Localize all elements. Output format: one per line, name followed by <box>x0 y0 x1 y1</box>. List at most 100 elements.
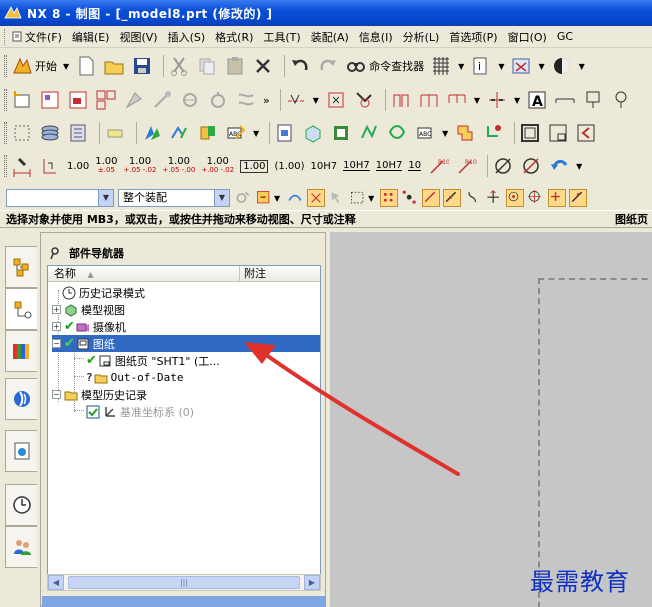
note-text-icon[interactable]: A <box>526 89 548 111</box>
dim-fit-h7-b[interactable]: 10H7 <box>375 161 403 171</box>
centerline-dropdown-icon[interactable]: ▼ <box>313 96 319 105</box>
roles-tab[interactable] <box>5 526 37 568</box>
command-finder-button[interactable]: 命令查找器 <box>369 58 424 74</box>
save-icon[interactable] <box>131 55 153 77</box>
chevron-down-icon[interactable]: ▼ <box>98 190 113 206</box>
tree-item-drawing[interactable]: − ✔ 图纸 <box>52 335 320 352</box>
collapse-icon[interactable]: − <box>52 390 61 399</box>
select-all-icon[interactable] <box>286 189 304 207</box>
type-filter-select[interactable]: ▼ <box>6 189 114 207</box>
details-panel-strip[interactable] <box>42 596 326 607</box>
open-folder-icon[interactable] <box>103 55 125 77</box>
centerline-icon[interactable] <box>285 89 307 111</box>
cut-icon[interactable] <box>168 55 190 77</box>
table-dropdown-icon[interactable]: ▼ <box>474 96 480 105</box>
edit-style-icon[interactable] <box>141 122 163 144</box>
feature-control-icon[interactable] <box>554 89 576 111</box>
more-tools-icon[interactable]: » <box>263 94 270 107</box>
ordinate-dim-icon[interactable] <box>39 155 61 177</box>
intersection-icon[interactable] <box>485 189 503 207</box>
text-edit-icon[interactable]: ABC <box>225 122 247 144</box>
tree-item-model-history[interactable]: − 模型历史记录 <box>52 386 147 403</box>
expand-icon[interactable]: + <box>52 305 61 314</box>
window-dropdown-icon[interactable]: ▼ <box>538 62 544 71</box>
menu-insert[interactable]: 插入(S) <box>168 29 206 45</box>
scope-select[interactable]: 整个装配 ▼ <box>118 189 230 207</box>
tree-item-datum-csys[interactable]: 基准坐标系 (0) <box>86 403 194 420</box>
title-block-icon[interactable] <box>547 122 569 144</box>
collapse-icon[interactable]: − <box>52 339 61 348</box>
dim-value-limit1[interactable]: 1.00 +.05 -.02 <box>124 157 157 175</box>
view-bounds-icon[interactable] <box>11 122 33 144</box>
dimension-style-icon[interactable] <box>11 155 33 177</box>
menu-assemblies[interactable]: 装配(A) <box>311 29 349 45</box>
grid-dropdown-icon[interactable]: ▼ <box>458 62 464 71</box>
diameter-red-icon[interactable] <box>520 155 542 177</box>
menu-preferences[interactable]: 首选项(P) <box>449 29 497 45</box>
menu-tools[interactable]: 工具(T) <box>263 29 300 45</box>
wireframe-icon[interactable] <box>302 122 324 144</box>
eraser-icon[interactable] <box>104 122 126 144</box>
assembly-navigator-tab[interactable] <box>5 246 37 288</box>
diameter-dim-icon[interactable]: R10 <box>455 155 477 177</box>
dim-value-limit2[interactable]: 1.00 +.05 -.00 <box>162 157 195 175</box>
grid-icon[interactable] <box>430 55 452 77</box>
filter-options-icon[interactable] <box>234 189 252 207</box>
dim-ten[interactable]: 10 <box>408 161 422 171</box>
expand-icon[interactable]: + <box>52 322 61 331</box>
center-mark-dropdown-icon[interactable]: ▼ <box>514 96 520 105</box>
list-sheet-icon[interactable] <box>67 122 89 144</box>
auto-balloon-icon[interactable] <box>482 122 504 144</box>
tree-item-out-of-date[interactable]: ? Out-of-Date <box>86 369 183 386</box>
dim-fit-h7[interactable]: 10H7 <box>311 161 338 171</box>
arrow-back-icon[interactable] <box>548 155 570 177</box>
update-view-icon[interactable] <box>274 122 296 144</box>
snap-points-icon[interactable] <box>401 189 419 207</box>
render-dropdown-icon[interactable]: ▼ <box>579 62 585 71</box>
clock-tab[interactable] <box>5 484 37 526</box>
window-icon[interactable] <box>510 55 532 77</box>
menu-window[interactable]: 窗口(O) <box>508 29 547 45</box>
new-file-icon[interactable] <box>75 55 97 77</box>
tree-item-history-mode[interactable]: 历史记录模式 <box>62 284 145 301</box>
menu-edit[interactable]: 编辑(E) <box>72 29 110 45</box>
tree-item-cameras[interactable]: + ✔ 摄像机 <box>52 318 126 335</box>
half-section-icon[interactable] <box>179 89 201 111</box>
paste-icon[interactable] <box>224 55 246 77</box>
smooth-edge-dropdown-icon[interactable]: ▼ <box>442 129 448 138</box>
priority-dropdown-icon[interactable]: ▼ <box>274 194 280 203</box>
table-layout-icon[interactable] <box>446 89 468 111</box>
border-frame-icon[interactable] <box>519 122 541 144</box>
menu-gc[interactable]: GC <box>557 30 573 43</box>
menu-view[interactable]: 视图(V) <box>119 29 157 45</box>
detail-view-icon[interactable] <box>123 89 145 111</box>
delete-icon[interactable] <box>252 55 274 77</box>
toolbar-grip[interactable] <box>4 155 7 177</box>
command-finder-icon[interactable] <box>345 55 367 77</box>
part-navigator-tab[interactable] <box>5 288 37 330</box>
zone-icon[interactable] <box>575 122 597 144</box>
mid-point-icon[interactable] <box>443 189 462 207</box>
dim-fit-h7-a[interactable]: 10H7 <box>343 161 370 171</box>
dim-value-bilateral[interactable]: 1.00 ±.05 <box>95 157 117 175</box>
stack-layers-icon[interactable] <box>39 122 61 144</box>
new-sheet-icon[interactable] <box>11 89 33 111</box>
rectangle-select-icon[interactable] <box>349 189 367 207</box>
part-list-icon[interactable] <box>454 122 476 144</box>
info-icon[interactable]: i <box>470 55 492 77</box>
end-point-icon[interactable] <box>422 189 441 207</box>
table-note-icon[interactable] <box>418 89 440 111</box>
redo-icon[interactable] <box>317 55 339 77</box>
rectangle-dropdown-icon[interactable]: ▼ <box>368 194 374 203</box>
column-note[interactable]: 附注 <box>240 266 266 281</box>
balloon-icon[interactable] <box>610 89 632 111</box>
navigator-hscrollbar[interactable]: ◀ ||| ▶ <box>47 574 321 591</box>
dim-reference[interactable]: (1.00) <box>274 161 304 171</box>
start-icon[interactable] <box>11 55 33 77</box>
arc-center-icon[interactable] <box>506 189 525 207</box>
solid-view-icon[interactable] <box>330 122 352 144</box>
control-point-icon[interactable] <box>464 189 482 207</box>
checkbox-checked-icon[interactable] <box>86 405 100 419</box>
text-edit-dropdown-icon[interactable]: ▼ <box>253 129 259 138</box>
selection-priority-icon[interactable] <box>255 189 273 207</box>
